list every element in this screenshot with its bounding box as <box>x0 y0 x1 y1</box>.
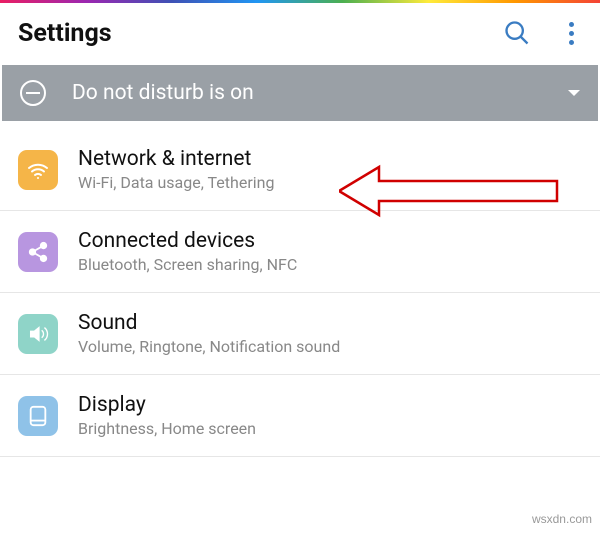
item-text: Connected devices Bluetooth, Screen shar… <box>78 229 582 274</box>
item-text: Display Brightness, Home screen <box>78 393 582 438</box>
header-actions <box>503 18 582 49</box>
item-title: Connected devices <box>78 229 582 253</box>
display-icon <box>18 396 58 436</box>
item-subtitle: Brightness, Home screen <box>78 419 582 438</box>
header: Settings <box>0 3 600 63</box>
item-text: Network & internet Wi-Fi, Data usage, Te… <box>78 147 582 192</box>
item-subtitle: Volume, Ringtone, Notification sound <box>78 337 582 356</box>
sound-icon <box>18 314 58 354</box>
item-text: Sound Volume, Ringtone, Notification sou… <box>78 311 582 356</box>
item-subtitle: Wi-Fi, Data usage, Tethering <box>78 173 582 192</box>
share-icon <box>18 232 58 272</box>
item-subtitle: Bluetooth, Screen sharing, NFC <box>78 255 582 274</box>
dnd-text: Do not disturb is on <box>72 81 254 105</box>
item-connected-devices[interactable]: Connected devices Bluetooth, Screen shar… <box>0 211 600 293</box>
dnd-icon <box>20 80 46 106</box>
item-network-internet[interactable]: Network & internet Wi-Fi, Data usage, Te… <box>0 129 600 211</box>
more-icon[interactable] <box>561 18 582 49</box>
chevron-down-icon <box>568 90 580 96</box>
settings-list: Network & internet Wi-Fi, Data usage, Te… <box>0 129 600 457</box>
page-title: Settings <box>18 19 112 48</box>
dnd-banner[interactable]: Do not disturb is on <box>2 65 598 121</box>
item-title: Display <box>78 393 582 417</box>
item-display[interactable]: Display Brightness, Home screen <box>0 375 600 457</box>
item-title: Sound <box>78 311 582 335</box>
wifi-icon <box>18 150 58 190</box>
item-sound[interactable]: Sound Volume, Ringtone, Notification sou… <box>0 293 600 375</box>
watermark: wsxdn.com <box>532 512 592 526</box>
search-icon[interactable] <box>503 19 531 47</box>
item-title: Network & internet <box>78 147 582 171</box>
